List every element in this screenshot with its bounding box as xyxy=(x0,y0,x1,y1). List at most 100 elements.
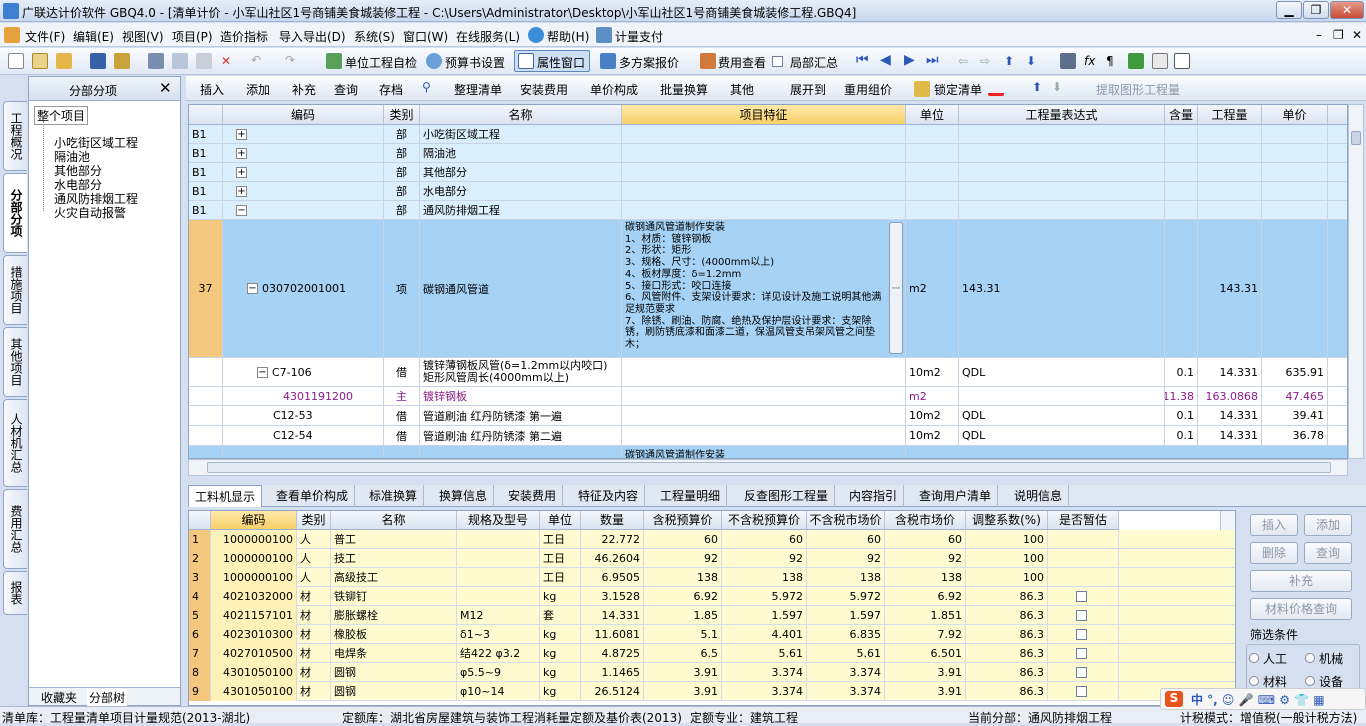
table-row[interactable]: 4 4021032000 材铁铆钉 kg 3.1528 6.92 5.972 5.972 6.9… xyxy=(189,587,1235,606)
estimate-checkbox[interactable] xyxy=(1076,686,1087,697)
mdi-close-button[interactable]: ✕ xyxy=(1352,28,1362,42)
table-row[interactable]: B1 + 部 其他部分 xyxy=(189,163,1347,182)
tab-fee-summary[interactable]: 费用汇总 xyxy=(3,489,27,569)
collapse-icon[interactable]: − xyxy=(247,283,258,294)
delete-icon[interactable]: ✕ xyxy=(218,53,234,69)
bgrid-header-est[interactable]: 是否暂估 xyxy=(1048,511,1119,530)
tab-standard-convert[interactable]: 标准换算 xyxy=(363,485,425,507)
insert-button[interactable]: 插入 xyxy=(1250,514,1298,536)
material-price-query-button[interactable]: 材料价格查询 xyxy=(1250,598,1352,620)
insert-menu[interactable]: 插入 xyxy=(200,81,224,98)
supplement-menu[interactable]: 补充 xyxy=(292,81,316,98)
menu-project[interactable]: 项目(P) xyxy=(172,28,213,45)
organize-list-menu[interactable]: 整理清单 xyxy=(454,81,502,98)
menu-system[interactable]: 系统(S) xyxy=(354,28,395,45)
table-row-selected[interactable]: 37 −030702001001 项 碳钢通风管道 碳钢通风管道制作安装 1、材… xyxy=(189,220,1347,358)
estimate-checkbox[interactable] xyxy=(1076,667,1087,678)
collapse-icon[interactable]: − xyxy=(236,204,247,216)
tab-unit-price[interactable]: 查看单价构成 xyxy=(270,485,356,507)
tab-labor-material-summary[interactable]: 人材机汇总 xyxy=(3,399,27,487)
tab-notes[interactable]: 说明信息 xyxy=(1008,485,1070,507)
bgrid-header-name[interactable]: 名称 xyxy=(331,511,457,530)
color-fill-icon[interactable] xyxy=(988,80,1004,96)
bgrid-header-p3[interactable]: 不含税市场价 xyxy=(807,511,885,530)
row-feature[interactable]: 碳钢通风管道制作安装 1、材质：镀锌钢板 2、形状：矩形 3、规格、尺寸：(40… xyxy=(622,220,906,357)
bgrid-header-p1[interactable]: 含税预算价 xyxy=(644,511,722,530)
move-right-icon[interactable]: ⇨ xyxy=(980,54,990,68)
feature-edit-button[interactable]: ··· xyxy=(889,222,903,354)
grid-vertical-scrollbar[interactable] xyxy=(1348,104,1364,459)
copy-icon[interactable] xyxy=(172,53,188,69)
table-row[interactable]: 7 4027010500 材电焊条 结422 φ3.2 kg 4.8725 6.5 5.61 5… xyxy=(189,644,1235,663)
table-row[interactable]: 9 4301050100 材圆钢 φ10~14 kg 26.5124 3.91 3.374 3.… xyxy=(189,682,1235,701)
table-row[interactable]: B1 + 部 水电部分 xyxy=(189,182,1347,201)
last-icon[interactable]: ⏭ xyxy=(926,52,939,68)
estimate-checkbox[interactable] xyxy=(1076,629,1087,640)
expand-icon[interactable]: + xyxy=(236,166,247,178)
up-arrow-icon[interactable]: ⬆ xyxy=(1032,80,1042,94)
scroll-thumb[interactable] xyxy=(207,462,1331,473)
tab-measures[interactable]: 措施项目 xyxy=(3,255,27,325)
estimate-checkbox[interactable] xyxy=(1076,610,1087,621)
tab-user-list[interactable]: 查询用户清单 xyxy=(913,485,999,507)
tab-quantity-detail[interactable]: 工程量明细 xyxy=(654,485,728,507)
bgrid-header-spec[interactable]: 规格及型号 xyxy=(457,511,540,530)
menu-import-export[interactable]: 导入导出(D) xyxy=(279,28,346,45)
query-menu[interactable]: 查询 xyxy=(334,81,358,98)
maximize-button[interactable]: ❐ xyxy=(1303,1,1329,19)
delete-button[interactable]: 删除 xyxy=(1250,542,1298,564)
tab-feature-content[interactable]: 特征及内容 xyxy=(572,485,646,507)
grid-header-feature[interactable]: 项目特征 xyxy=(622,105,906,125)
tab-reports[interactable]: 报表 xyxy=(3,571,27,615)
self-check-button[interactable]: 单位工程自检 xyxy=(345,54,417,71)
grid-horizontal-scrollbar[interactable] xyxy=(188,459,1348,476)
expand-icon[interactable]: + xyxy=(236,185,247,197)
save-icon[interactable] xyxy=(90,53,106,69)
paste-icon[interactable] xyxy=(196,53,212,69)
lock-list-button[interactable]: 锁定清单 xyxy=(934,81,982,98)
tree-item[interactable]: 火灾自动报警 xyxy=(54,204,126,221)
menu-edit[interactable]: 编辑(E) xyxy=(73,28,114,45)
open-icon[interactable] xyxy=(56,53,72,69)
table-row[interactable]: B1 − 部 通风防排烟工程 xyxy=(189,201,1347,220)
prev-icon[interactable]: ◀ xyxy=(880,52,891,68)
mdi-minimize-button[interactable]: – xyxy=(1316,28,1322,42)
bgrid-header-code[interactable]: 编码 xyxy=(211,511,297,530)
table-row[interactable]: 1 1000000100 人普工 工日 22.772 60 60 60 60 100 xyxy=(189,530,1235,549)
tab-labor-material[interactable]: 工料机显示 xyxy=(188,485,263,507)
fee-view-button[interactable]: 费用查看 xyxy=(718,54,766,71)
close-button[interactable]: ✕ xyxy=(1330,1,1364,19)
extract-quantity-button[interactable]: 提取图形工程量 xyxy=(1096,81,1180,98)
expand-to-menu[interactable]: 展开到 xyxy=(790,81,826,98)
table-row[interactable]: 8 4301050100 材圆钢 φ5.5~9 kg 1.1465 3.91 3.374 3.3… xyxy=(189,663,1235,682)
add-button[interactable]: 添加 xyxy=(1304,514,1352,536)
install-fee-menu[interactable]: 安装费用 xyxy=(520,81,568,98)
menu-measure-pay[interactable]: 计量支付 xyxy=(615,28,663,45)
down-arrow-icon[interactable]: ⬇ xyxy=(1052,80,1062,94)
next-icon[interactable]: ▶ xyxy=(904,52,915,68)
table-row[interactable]: 5 4021157101 材膨胀螺栓 M12 套 14.331 1.85 1.597 1.597… xyxy=(189,606,1235,625)
table-row[interactable]: C12-54 借 管道刷油 红丹防锈漆 第二遍 10m2 QDL 0.1 14.… xyxy=(189,426,1347,446)
table-row[interactable]: 3 1000000100 人高级技工 工日 6.9505 138 138 138 138 100 xyxy=(189,568,1235,587)
binoculars-icon[interactable]: ⚲ xyxy=(422,80,431,94)
undo-icon[interactable]: ↶ xyxy=(248,53,264,69)
estimate-checkbox[interactable] xyxy=(1076,648,1087,659)
tab-favorites[interactable]: 收藏夹 xyxy=(41,689,77,706)
reuse-price-menu[interactable]: 重用组价 xyxy=(844,81,892,98)
local-summary-checkbox[interactable] xyxy=(772,56,783,67)
close-panel-icon[interactable]: ✕ xyxy=(159,79,172,97)
save-all-icon[interactable] xyxy=(114,53,130,69)
unit-price-menu[interactable]: 单价构成 xyxy=(590,81,638,98)
cut-icon[interactable] xyxy=(148,53,164,69)
grid-header-code[interactable]: 编码 xyxy=(223,105,384,125)
property-window-toggle[interactable]: 属性窗口 xyxy=(514,50,590,72)
tab-project-overview[interactable]: 工程概况 xyxy=(3,101,27,171)
table-row[interactable]: 4301191200 主 镀锌钢板 m2 11.38 163.0868 47.4… xyxy=(189,387,1347,406)
budget-settings-button[interactable]: 预算书设置 xyxy=(445,54,505,71)
new-icon[interactable] xyxy=(8,53,24,69)
filter-equipment-radio[interactable] xyxy=(1305,676,1315,686)
tab-content-guide[interactable]: 内容指引 xyxy=(843,485,905,507)
filter-material-radio[interactable] xyxy=(1249,676,1259,686)
tab-convert-info[interactable]: 换算信息 xyxy=(433,485,495,507)
grid-header-unit[interactable]: 单位 xyxy=(906,105,959,125)
